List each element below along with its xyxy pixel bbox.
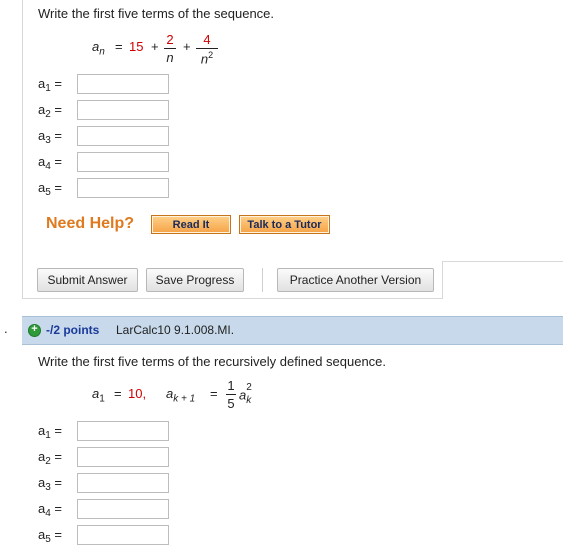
talk-to-tutor-button[interactable]: Talk to a Tutor bbox=[239, 215, 330, 234]
formula-sub-n: n bbox=[99, 46, 105, 58]
recursive-formula: a1 = 10, ak + 1 = 1 5 ak2 bbox=[92, 378, 272, 415]
fraction-1-numerator: 2 bbox=[166, 32, 174, 47]
formula2-tail-exponent: 2 bbox=[246, 382, 252, 393]
answer-input-a4[interactable] bbox=[77, 152, 169, 172]
answer-input-a2[interactable] bbox=[77, 100, 169, 120]
q2-answer-input-a1[interactable] bbox=[77, 421, 169, 441]
submit-answer-button[interactable]: Submit Answer bbox=[37, 268, 138, 292]
formula2-equals-1: = bbox=[114, 386, 122, 401]
fraction-2-exponent: 2 bbox=[208, 50, 214, 60]
formula-plus-2: + bbox=[183, 39, 191, 54]
actions-divider bbox=[262, 268, 263, 292]
answer-input-a1[interactable] bbox=[77, 74, 169, 94]
formula-constant: 15 bbox=[129, 39, 144, 54]
formula2-fraction: 1 5 bbox=[226, 378, 236, 411]
term-label-a2: a2 = bbox=[38, 102, 63, 120]
formula2-a1-value: 10, bbox=[128, 386, 147, 401]
q2-answer-input-a5[interactable] bbox=[77, 525, 169, 545]
formula2-a1-sub: 1 bbox=[99, 393, 105, 405]
question-2-points-link[interactable]: -/2 points bbox=[46, 323, 99, 337]
term-label-a4: a4 = bbox=[38, 154, 63, 172]
read-it-button[interactable]: Read It bbox=[151, 215, 231, 234]
panel-bottom-border bbox=[22, 298, 442, 299]
answer-input-a5[interactable] bbox=[77, 178, 169, 198]
need-help-label: Need Help? bbox=[46, 215, 135, 232]
q2-term-label-a5: a5 = bbox=[38, 527, 63, 545]
formula2-tail-sub: k bbox=[246, 394, 252, 406]
formula-plus-1: + bbox=[151, 39, 159, 54]
formula2-fraction-denominator: 5 bbox=[227, 396, 235, 411]
formula2-ak-sub: k + 1 bbox=[173, 393, 196, 405]
q2-term-label-a2: a2 = bbox=[38, 449, 63, 467]
formula-fraction-1: 2 n bbox=[164, 32, 176, 65]
sequence-formula: an = 15 + 2 n + 4 n2 bbox=[92, 32, 242, 71]
term-label-a5: a5 = bbox=[38, 180, 63, 198]
formula2-equals-2: = bbox=[210, 386, 218, 401]
fraction-1-denominator: n bbox=[166, 50, 174, 65]
panel-tab-border bbox=[442, 262, 443, 299]
q2-answer-input-a2[interactable] bbox=[77, 447, 169, 467]
save-progress-button[interactable]: Save Progress bbox=[146, 268, 244, 292]
fraction-2-numerator: 4 bbox=[203, 32, 211, 47]
term-label-a3: a3 = bbox=[38, 128, 63, 146]
q2-term-label-a1: a1 = bbox=[38, 423, 63, 441]
question-2-source: LarCalc10 9.1.008.MI. bbox=[116, 323, 235, 337]
formula2-fraction-numerator: 1 bbox=[227, 378, 235, 393]
question-2-number: . bbox=[4, 321, 8, 336]
panel-left-border bbox=[22, 0, 23, 298]
practice-another-version-button[interactable]: Practice Another Version bbox=[277, 268, 434, 292]
panel-tab-top-border bbox=[442, 261, 563, 262]
formula-fraction-2: 4 n2 bbox=[196, 32, 218, 66]
q2-answer-input-a3[interactable] bbox=[77, 473, 169, 493]
formula-equals: = bbox=[115, 39, 123, 54]
question-1-prompt: Write the first five terms of the sequen… bbox=[38, 6, 275, 21]
term-label-a1: a1 = bbox=[38, 76, 63, 94]
q2-term-label-a3: a3 = bbox=[38, 475, 63, 493]
q2-term-label-a4: a4 = bbox=[38, 501, 63, 519]
question-2-header: + -/2 points LarCalc10 9.1.008.MI. bbox=[22, 316, 563, 345]
q2-answer-input-a4[interactable] bbox=[77, 499, 169, 519]
answer-input-a3[interactable] bbox=[77, 126, 169, 146]
question-2-prompt: Write the first five terms of the recurs… bbox=[38, 354, 387, 369]
plus-circle-icon[interactable]: + bbox=[28, 324, 41, 337]
